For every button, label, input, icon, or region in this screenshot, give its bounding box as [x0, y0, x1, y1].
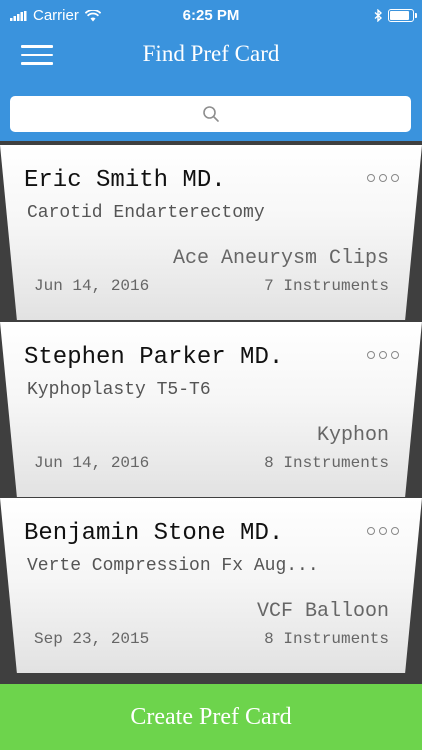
battery-icon — [388, 9, 417, 22]
status-time: 6:25 PM — [182, 7, 240, 24]
doctor-name: Benjamin Stone MD. — [24, 520, 284, 547]
bluetooth-icon — [374, 9, 382, 22]
create-pref-card-button[interactable]: Create Pref Card — [0, 684, 422, 750]
procedure-name: Carotid Endarterectomy — [27, 203, 265, 223]
card-date: Jun 14, 2016 — [34, 277, 150, 295]
pref-card[interactable]: Benjamin Stone MD. Verte Compression Fx … — [0, 498, 422, 673]
header-bar: Carrier 6:25 PM Find Pref Card — [0, 0, 422, 141]
more-options-icon[interactable] — [367, 351, 399, 359]
device-name: VCF Balloon — [256, 600, 389, 623]
device-name: Ace Aneurysm Clips — [172, 247, 389, 270]
more-options-icon[interactable] — [367, 527, 399, 535]
battery-level — [390, 11, 409, 20]
status-right — [374, 9, 417, 22]
pref-card[interactable]: Stephen Parker MD. Kyphoplasty T5-T6 Kyp… — [0, 322, 422, 497]
instrument-count: 7 Instruments — [264, 277, 389, 295]
status-bar: Carrier 6:25 PM — [0, 0, 422, 32]
card-date: Sep 23, 2015 — [34, 630, 150, 648]
page-title: Find Pref Card — [142, 41, 280, 66]
instrument-count: 8 Instruments — [264, 630, 389, 648]
procedure-name: Verte Compression Fx Aug... — [27, 556, 319, 576]
procedure-name: Kyphoplasty T5-T6 — [27, 380, 211, 400]
search-input[interactable] — [10, 96, 411, 132]
pref-card[interactable]: Eric Smith MD. Carotid Endarterectomy Ac… — [0, 145, 422, 320]
doctor-name: Stephen Parker MD. — [24, 344, 284, 371]
instrument-count: 8 Instruments — [264, 454, 389, 472]
doctor-name: Eric Smith MD. — [24, 167, 226, 194]
more-options-icon[interactable] — [367, 174, 399, 182]
device-name: Kyphon — [316, 424, 389, 447]
card-date: Jun 14, 2016 — [34, 454, 150, 472]
search-bar[interactable] — [10, 96, 411, 132]
